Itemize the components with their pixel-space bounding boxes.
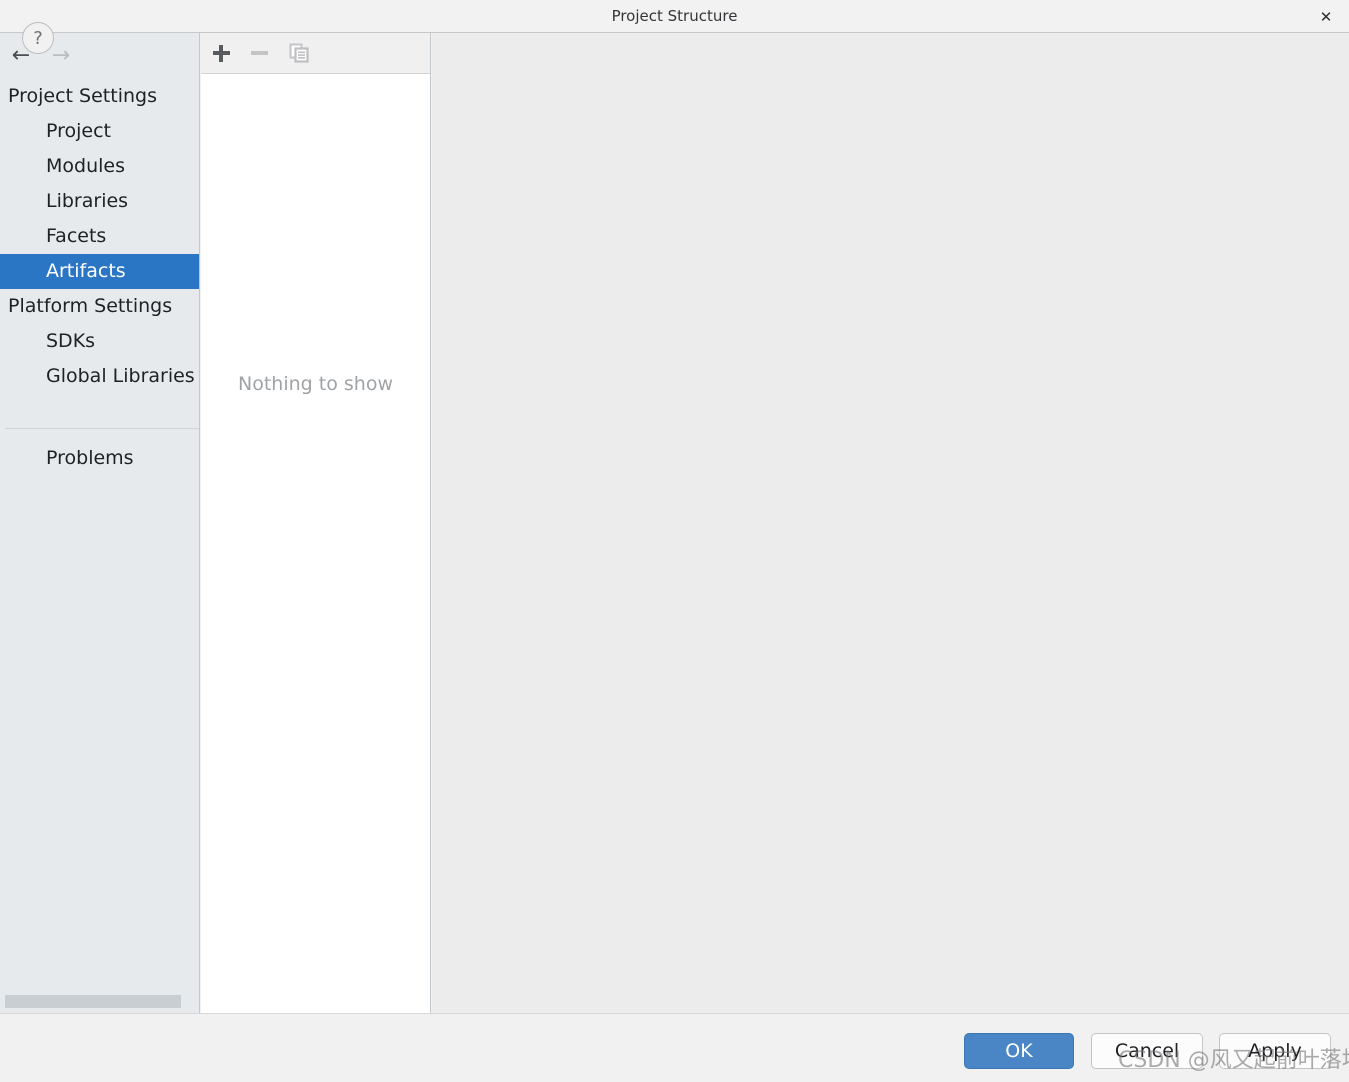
empty-state-message: Nothing to show [238, 373, 393, 395]
sidebar-item-problems[interactable]: Problems [0, 441, 199, 476]
cancel-button[interactable]: Cancel [1091, 1033, 1203, 1069]
sidebar: ← → Project Settings Project Modules Lib… [0, 33, 200, 1013]
artifacts-toolbar [201, 33, 430, 74]
sidebar-divider [5, 428, 199, 429]
sidebar-item-libraries[interactable]: Libraries [0, 184, 199, 219]
sidebar-group-project-settings[interactable]: Project Settings [0, 79, 199, 114]
sidebar-item-global-libraries[interactable]: Global Libraries [0, 359, 199, 394]
help-button[interactable]: ? [22, 22, 54, 54]
artifacts-panel: Nothing to show [201, 33, 431, 1013]
sidebar-item-facets[interactable]: Facets [0, 219, 199, 254]
plus-icon [212, 44, 230, 62]
title-bar: Project Structure ✕ [0, 0, 1349, 33]
sidebar-item-list: Project Settings Project Modules Librari… [0, 79, 199, 394]
apply-button[interactable]: Apply [1219, 1033, 1331, 1069]
scrollbar-thumb[interactable] [5, 995, 181, 1008]
remove-artifact-button[interactable] [243, 38, 275, 68]
sidebar-item-modules[interactable]: Modules [0, 149, 199, 184]
sidebar-item-project[interactable]: Project [0, 114, 199, 149]
sidebar-item-sdks[interactable]: SDKs [0, 324, 199, 359]
page-title: Project Structure [611, 7, 738, 25]
copy-icon [289, 43, 309, 63]
add-artifact-button[interactable] [205, 38, 237, 68]
artifact-details-panel [432, 33, 1349, 1013]
minus-icon [250, 51, 268, 55]
sidebar-item-artifacts[interactable]: Artifacts [0, 254, 199, 289]
sidebar-group-platform-settings[interactable]: Platform Settings [0, 289, 199, 324]
sidebar-horizontal-scrollbar[interactable] [0, 990, 199, 1013]
ok-button[interactable]: OK [964, 1033, 1074, 1069]
copy-artifact-button[interactable] [283, 38, 315, 68]
close-icon[interactable]: ✕ [1309, 5, 1343, 29]
